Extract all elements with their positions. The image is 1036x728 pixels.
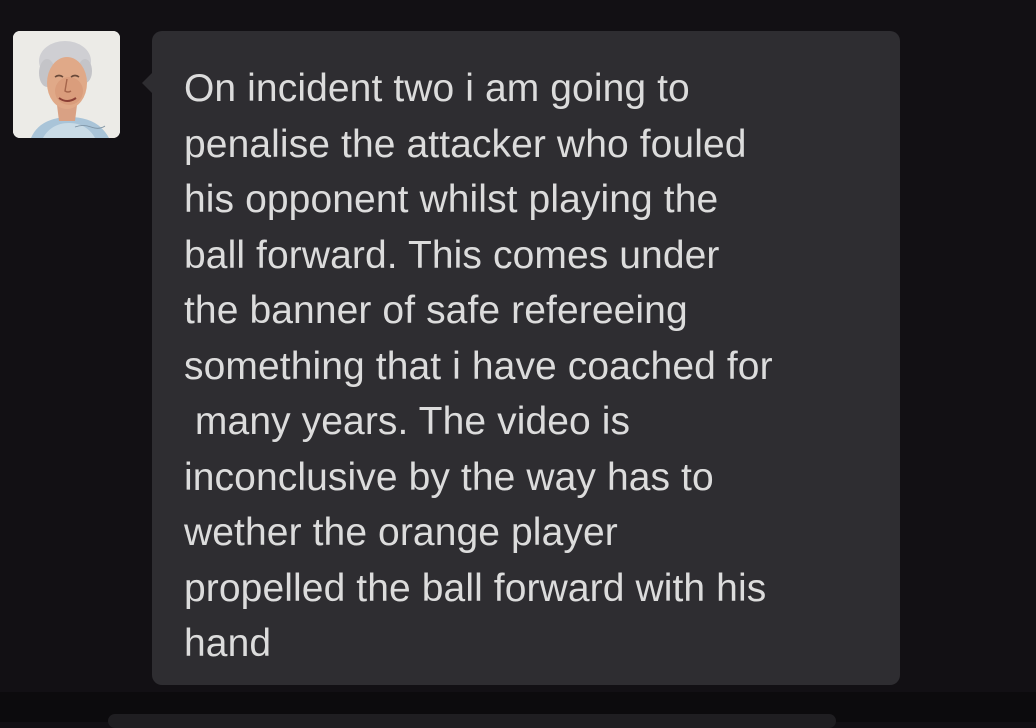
message-line: his opponent whilst playing the (184, 178, 719, 221)
message-line: hand (184, 622, 272, 665)
portrait-avatar-icon (13, 31, 120, 138)
message-line: On incident two i am going to (184, 67, 690, 110)
message-line: the banner of safe refereeing (184, 289, 688, 332)
message-text: On incident two i am going to penalise t… (184, 61, 870, 672)
message-line: inconclusive by the way has to (184, 455, 714, 499)
bubble-tail (142, 73, 152, 93)
chat-area: On incident two i am going to penalise t… (0, 0, 1036, 692)
sender-avatar[interactable] (13, 31, 120, 138)
message-input-field[interactable] (108, 714, 836, 728)
message-line: penalise the attacker who fouled (184, 122, 747, 166)
message-line: something that i have coached for (184, 344, 773, 388)
message-line: wether the orange player (184, 511, 618, 554)
message-bubble[interactable]: On incident two i am going to penalise t… (142, 31, 900, 685)
message-line: many years. The video is (184, 400, 631, 443)
message-line: ball forward. This comes under (184, 233, 720, 277)
message-line: propelled the ball forward with his (184, 566, 767, 610)
